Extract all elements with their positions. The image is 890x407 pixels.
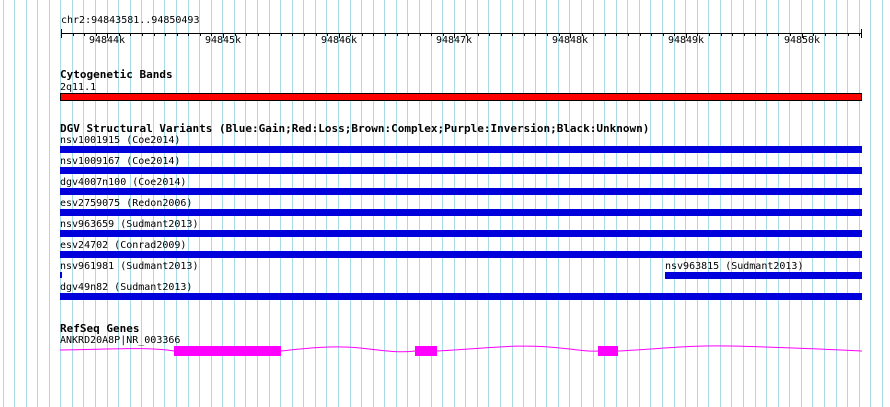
genome-browser-view: chr2:94843581..94850493 94844k 94845k 94…	[0, 0, 890, 407]
gene-exon[interactable]	[174, 346, 281, 356]
gene-exon[interactable]	[598, 346, 618, 356]
gene-exon[interactable]	[415, 346, 437, 356]
gene-intron-line	[59, 345, 863, 353]
